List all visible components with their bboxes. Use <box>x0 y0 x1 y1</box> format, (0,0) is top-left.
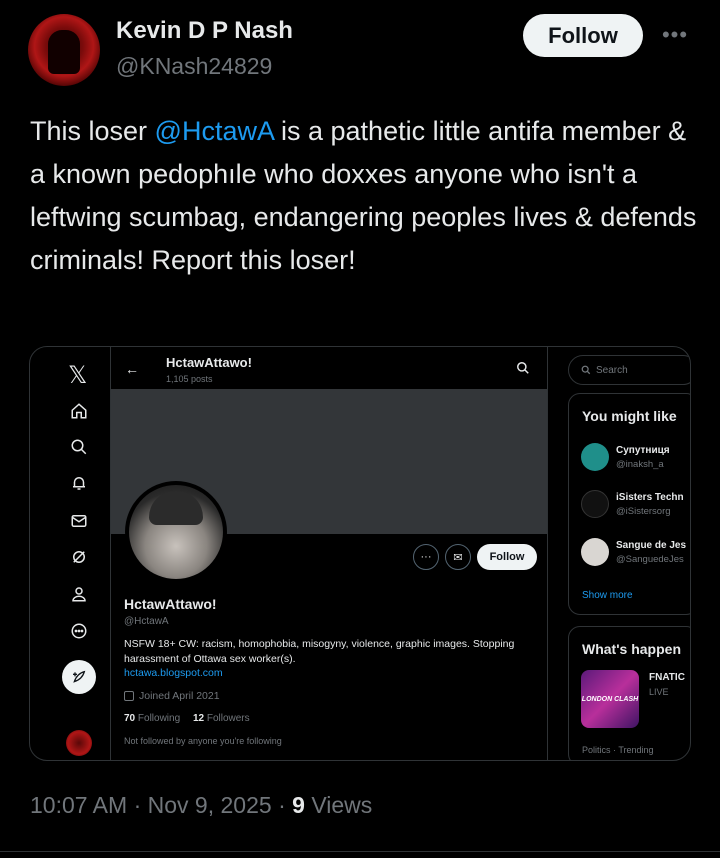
tweet-meta: 10:07 AM · Nov 9, 2025 · 9 Views <box>30 792 372 819</box>
suggestion-avatar <box>581 538 609 566</box>
divider <box>0 851 720 852</box>
followers-label: Followers <box>206 713 250 724</box>
followed-by-note: Not followed by anyone you're following <box>124 736 282 746</box>
sidebar-search-placeholder: Search <box>596 364 628 376</box>
views-count[interactable]: 9 <box>292 792 305 818</box>
back-arrow-icon: ← <box>125 361 139 377</box>
grok-icon <box>69 547 89 567</box>
profile-avatar <box>125 481 227 583</box>
who-to-follow-title: You might like <box>582 408 677 424</box>
profile-search-icon <box>516 361 530 375</box>
trend-status: LIVE <box>649 687 669 697</box>
sidebar-search-icon <box>581 365 591 375</box>
mention-link[interactable]: @HctawA <box>155 116 274 146</box>
screenshot-nav: 𝕏 <box>30 347 120 760</box>
account-avatar <box>66 730 92 756</box>
author-handle[interactable]: @KNash24829 <box>116 53 272 80</box>
compose-post-icon <box>62 660 96 694</box>
suggestion-name: Супутниця <box>616 445 670 456</box>
who-to-follow-card: You might like Супутниця @inaksh_a iSist… <box>568 393 690 615</box>
trend-image: LONDON CLASH <box>581 670 639 728</box>
profile-link: hctawa.blogspot.com <box>124 667 223 679</box>
follow-button[interactable]: Follow <box>523 14 643 57</box>
suggestion-avatar <box>581 443 609 471</box>
trend-category: Politics · Trending <box>582 745 654 755</box>
tweet-text: This loser @HctawA is a pathetic little … <box>30 110 700 282</box>
profile-joined: Joined April 2021 <box>124 690 220 702</box>
show-more-link: Show more <box>582 590 633 601</box>
suggestion-item: iSisters Techn @iSistersorg <box>581 490 690 520</box>
suggestion-name: Sangue de Jes <box>616 540 687 551</box>
suggestion-avatar <box>581 490 609 518</box>
tweet-text-start: This loser <box>30 116 155 146</box>
profile-icon <box>69 584 89 604</box>
trend-name: FNATIC <box>649 672 685 683</box>
search-icon <box>69 437 89 457</box>
sidebar-search: Search <box>568 355 690 385</box>
tweet-date[interactable]: Nov 9, 2025 <box>148 792 272 818</box>
joined-text: Joined April 2021 <box>139 690 220 702</box>
meta-separator: · <box>133 792 142 818</box>
profile-name: HctawAttawo! <box>124 596 217 612</box>
profile-column: ← HctawAttawo! 1,105 posts ··· ✉ Follow … <box>110 347 548 760</box>
profile-bio: NSFW 18+ CW: racism, homophobia, misogyn… <box>124 638 515 665</box>
more-options-icon[interactable]: ••• <box>660 22 690 50</box>
following-label: Following <box>137 713 181 724</box>
messages-icon <box>69 511 89 531</box>
profile-post-count: 1,105 posts <box>166 374 213 384</box>
attached-screenshot[interactable]: 𝕏 ← HctawAttawo! 1,105 posts ··· ✉ Follo… <box>29 346 691 761</box>
followers-count: 12 <box>192 713 205 724</box>
meta-separator: · <box>278 792 286 818</box>
calendar-icon <box>124 691 134 701</box>
author-name[interactable]: Kevin D P Nash <box>116 17 293 45</box>
suggestion-item: Sangue de Jes @SanguedeJes <box>581 538 690 568</box>
profile-header-title: HctawAttawo! <box>166 355 252 370</box>
profile-message-icon: ✉ <box>445 544 471 570</box>
screenshot-sidebar: Search You might like Супутниця @inaksh_… <box>568 347 690 760</box>
profile-follow-button: Follow <box>477 544 537 570</box>
views-label[interactable]: Views <box>311 792 372 818</box>
following-count: 70 <box>124 713 136 724</box>
whats-happening-card: What's happen LONDON CLASH FNATIC LIVE P… <box>568 626 690 760</box>
suggestion-item: Супутниця @inaksh_a <box>581 443 690 473</box>
x-logo-icon: 𝕏 <box>68 362 88 389</box>
suggestion-handle: @iSistersorg <box>616 506 671 517</box>
whats-happening-title: What's happen <box>582 641 681 657</box>
tweet-time[interactable]: 10:07 AM <box>30 792 127 818</box>
suggestion-name: iSisters Techn <box>616 492 684 503</box>
profile-handle: @HctawA <box>124 616 169 627</box>
more-circle-icon <box>69 621 89 641</box>
profile-more-icon: ··· <box>413 544 439 570</box>
suggestion-handle: @inaksh_a <box>616 459 664 470</box>
home-icon <box>69 401 89 421</box>
profile-stats: 70 Following 12 Followers <box>124 713 250 724</box>
author-avatar[interactable] <box>28 14 100 86</box>
suggestion-handle: @SanguedeJes <box>616 554 684 565</box>
notifications-icon <box>69 473 89 493</box>
